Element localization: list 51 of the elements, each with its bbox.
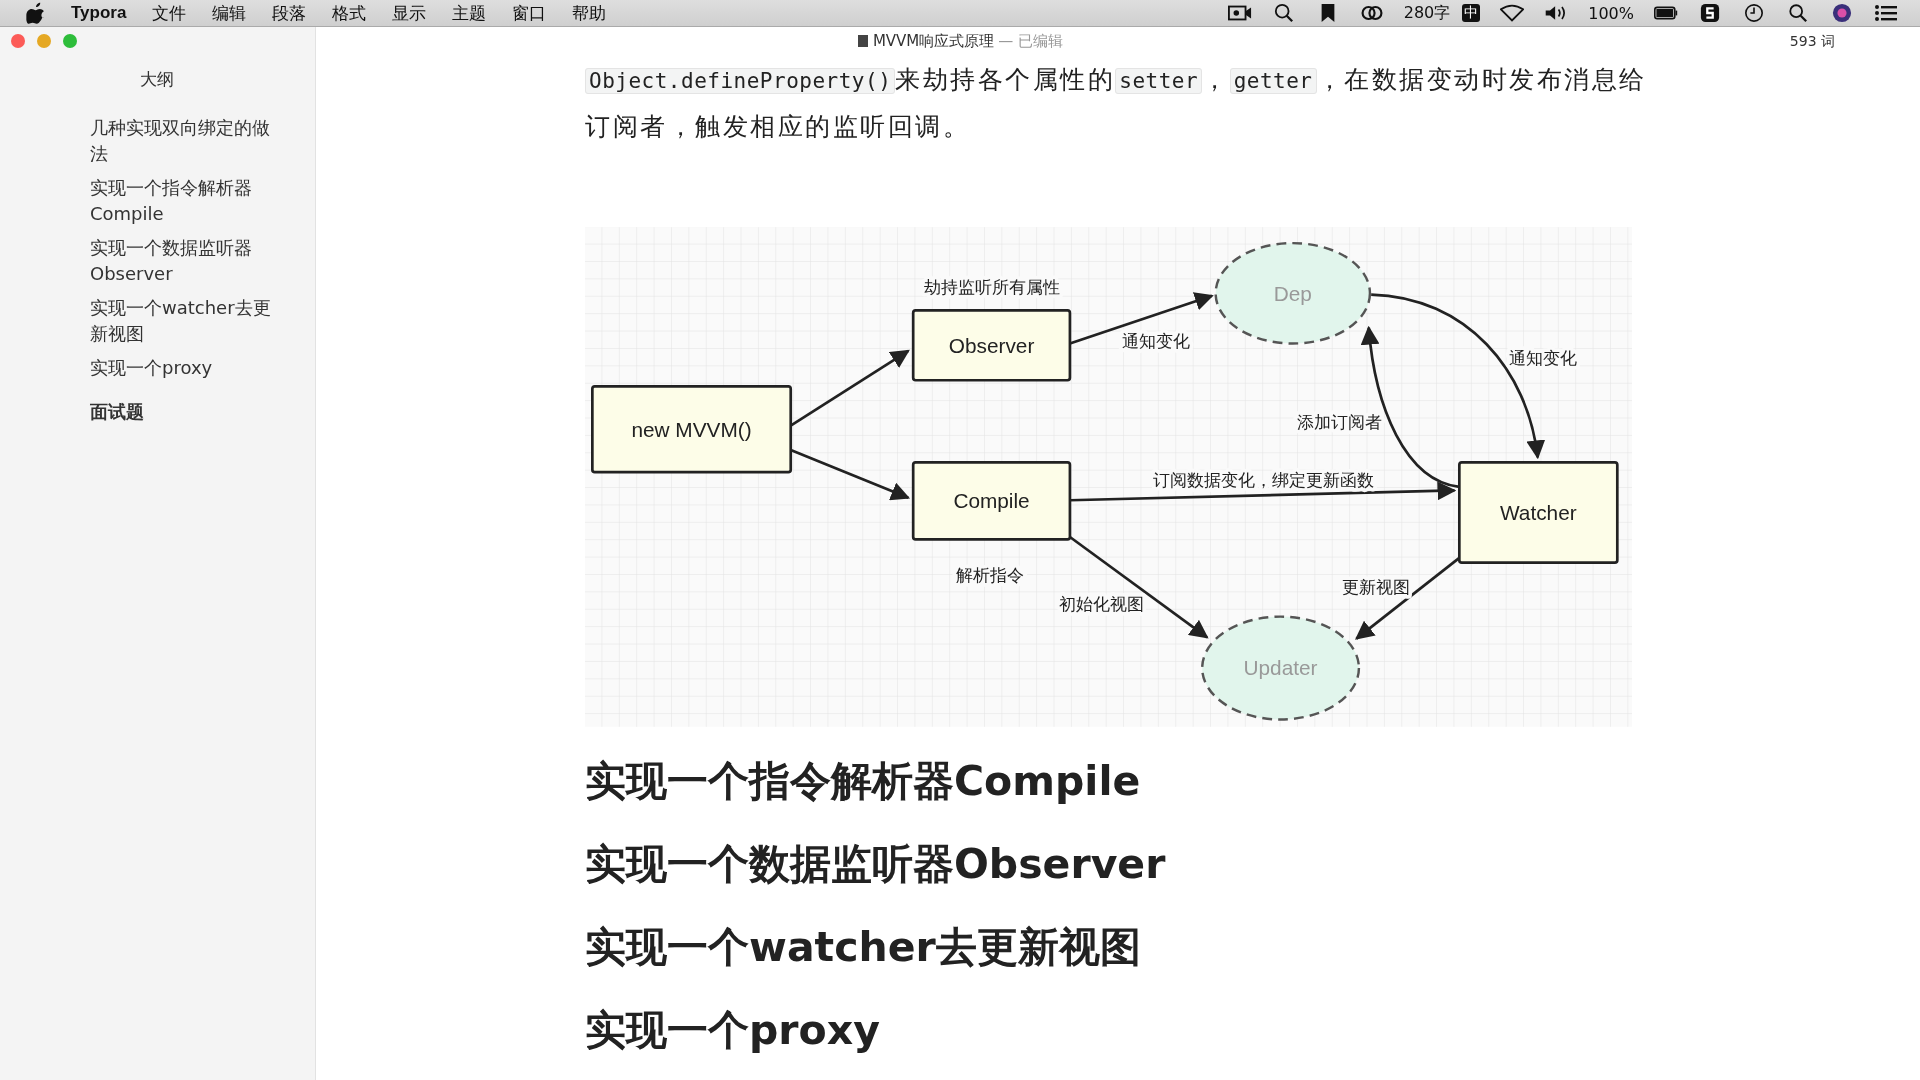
window-title: MVVM响应式原理 — 已编辑 — [856, 31, 1064, 51]
paragraph: Object.defineProperty() 来劫持各个属性的 setter ， getter ，在数据变动时发布消息给订阅者，触发相应的监听回调。 — [585, 64, 1648, 143]
list-icon[interactable] — [1874, 3, 1898, 23]
diagram-node: Observer — [911, 309, 1072, 382]
clock-icon[interactable] — [1742, 3, 1766, 23]
menu-item[interactable]: 编辑 — [212, 1, 247, 25]
word-count: 593 词 — [1789, 33, 1835, 51]
menu-item[interactable]: 窗口 — [512, 1, 547, 25]
apple-icon[interactable] — [26, 2, 45, 24]
outline-item[interactable]: 实现一个指令解析器Compile — [90, 175, 285, 227]
app-logo-icon[interactable] — [1698, 3, 1722, 23]
input-method-indicator[interactable]: 中 — [1462, 4, 1481, 22]
menu-item[interactable]: 段落 — [272, 1, 307, 25]
edge-label: 劫持监听所有属性 — [923, 277, 1060, 298]
outline-item[interactable]: 面试题 — [90, 399, 285, 425]
edge-label: 通知变化 — [1121, 331, 1190, 352]
app-menu[interactable]: Typora — [71, 3, 127, 23]
diagram-node: Updater — [1200, 615, 1361, 721]
section-heading: 实现一个proxy — [585, 1005, 881, 1056]
edge-label: 订阅数据变化，绑定更新函数 — [1152, 469, 1374, 490]
outline-item[interactable]: 实现一个proxy — [90, 355, 285, 381]
orb-icon[interactable] — [1830, 3, 1854, 23]
outline-item[interactable]: 几种实现双向绑定的做法 — [90, 115, 285, 167]
menu-item[interactable]: 文件 — [152, 1, 187, 25]
edge-label: 初始化视图 — [1059, 594, 1145, 615]
section-heading: 实现一个指令解析器Compile — [585, 756, 1142, 807]
video-camera-icon[interactable] — [1227, 3, 1252, 23]
document-icon — [856, 34, 869, 48]
edge-label: 更新视图 — [1342, 577, 1411, 598]
outline-item[interactable]: 实现一个watcher去更新视图 — [90, 295, 285, 347]
outline-title: 大纲 — [140, 68, 175, 91]
menu-item[interactable]: 显示 — [392, 1, 427, 25]
edge-label: 解析指令 — [956, 565, 1025, 586]
menu-item[interactable]: 主题 — [452, 1, 487, 25]
diagram-node: new MVVM() — [591, 385, 793, 474]
diagram-node: Dep — [1214, 241, 1372, 345]
menu-item[interactable]: 帮助 — [572, 1, 607, 25]
edge-label: 通知变化 — [1508, 348, 1577, 369]
section-heading: 实现一个数据监听器Observer — [585, 839, 1167, 890]
search-icon[interactable] — [1786, 3, 1810, 23]
section-heading: 实现一个watcher去更新视图 — [585, 922, 1142, 973]
edge-label: 添加订阅者 — [1296, 412, 1382, 432]
diagram-node: Compile — [911, 460, 1072, 541]
menu-item[interactable]: 格式 — [332, 1, 367, 25]
word-count-status[interactable]: 280字 — [1403, 2, 1451, 24]
diagram-node: Watcher — [1458, 460, 1619, 565]
wifi-icon[interactable] — [1500, 3, 1525, 23]
cloud-rings-icon[interactable] — [1359, 3, 1384, 23]
outline-item[interactable]: 实现一个数据监听器Observer — [90, 235, 285, 287]
close-button[interactable] — [11, 34, 25, 48]
battery-percentage[interactable]: 100% — [1588, 3, 1634, 23]
